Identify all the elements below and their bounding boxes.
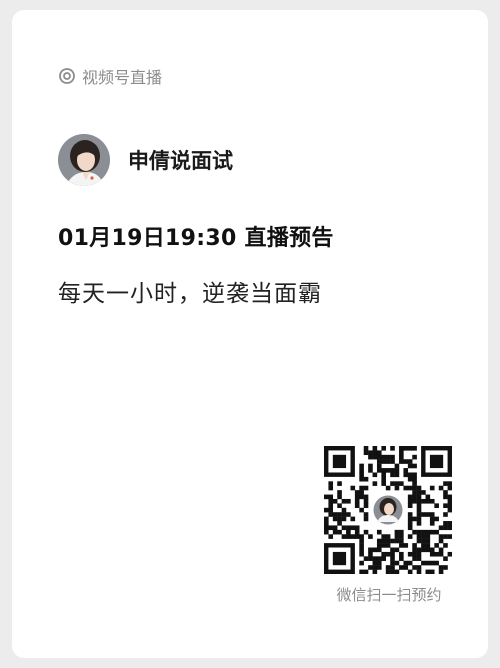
live-ring-icon bbox=[58, 67, 76, 85]
live-subtitle: 每天一小时，逆袭当面霸 bbox=[58, 281, 322, 307]
qr-code[interactable] bbox=[324, 446, 453, 575]
qr-caption: 微信扫一扫预约 bbox=[336, 586, 442, 604]
qr-center-avatar bbox=[371, 493, 405, 527]
profile-name: 申倩说面试 bbox=[128, 149, 233, 173]
channel-header: 视频号直播 bbox=[58, 64, 162, 88]
live-title: 01月19日19:30 直播预告 bbox=[58, 226, 334, 251]
live-preview-card: 视频号直播 申倩说面试 01月19日19:30 直播预告 每天一小时，逆袭当面霸… bbox=[12, 10, 488, 658]
avatar bbox=[58, 134, 110, 186]
profile-row: 申倩说面试 bbox=[58, 134, 233, 186]
qr-code-graphic bbox=[324, 446, 453, 575]
channel-label: 视频号直播 bbox=[82, 68, 163, 87]
